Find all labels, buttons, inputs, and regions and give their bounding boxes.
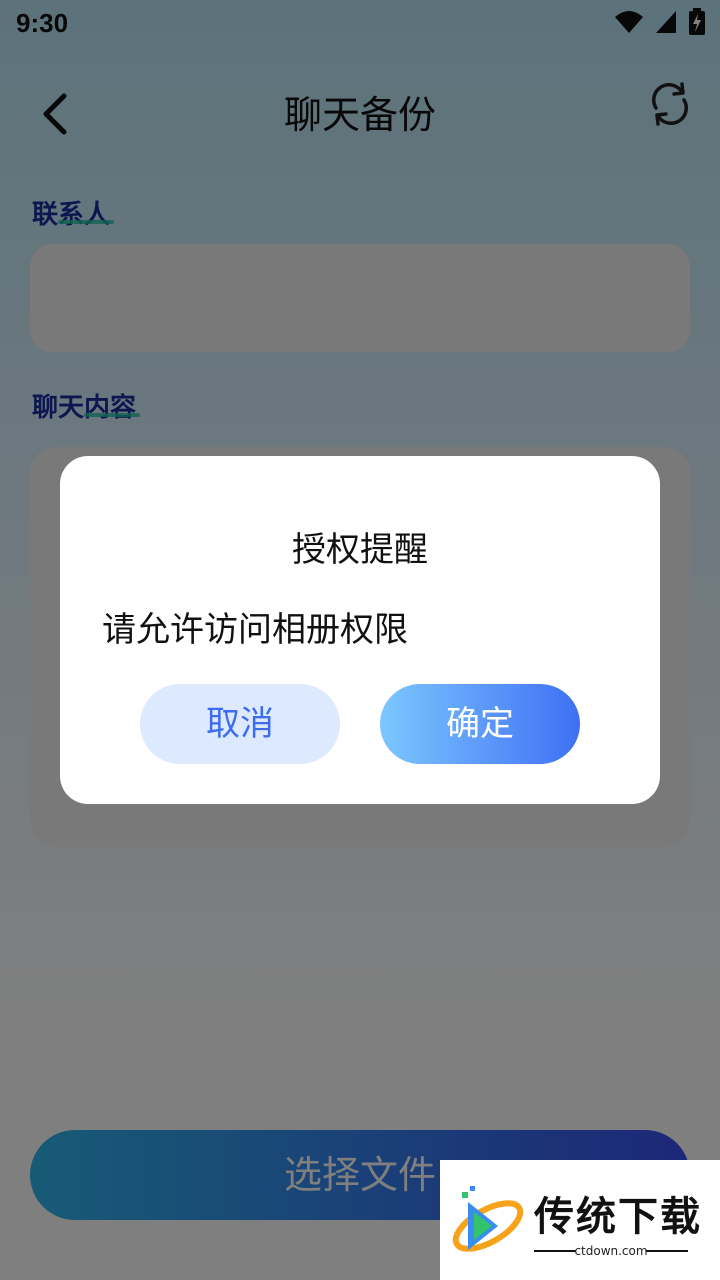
watermark-text: 传统下载	[534, 1194, 702, 1240]
confirm-button[interactable]: 确定	[380, 684, 580, 764]
watermark: 传统下载 ctdown.com	[440, 1160, 720, 1280]
dialog-message: 请允许访问相册权限	[102, 610, 408, 650]
watermark-line-right	[646, 1250, 688, 1252]
cancel-button[interactable]: 取消	[140, 684, 340, 764]
dialog-title: 授权提醒	[292, 530, 428, 570]
permission-dialog: 授权提醒 请允许访问相册权限 取消 确定	[60, 456, 660, 804]
watermark-logo-icon	[452, 1186, 524, 1252]
